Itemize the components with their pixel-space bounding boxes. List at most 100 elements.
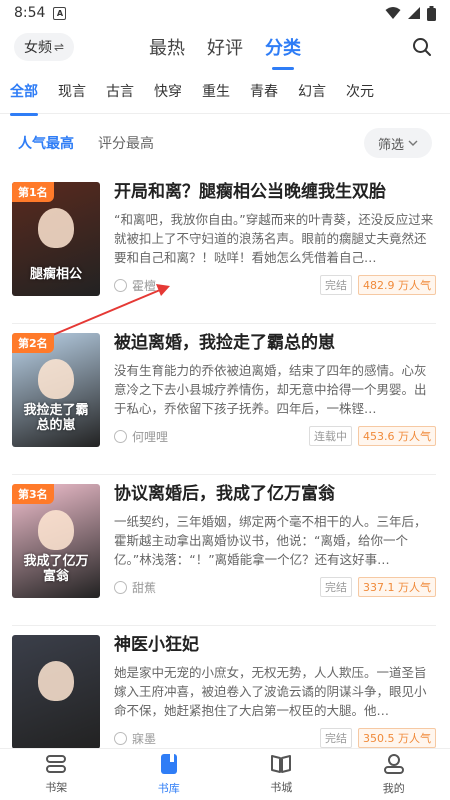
book-description: 她是家中无宠的小庶女，无权无势，人人欺压。一道圣旨嫁入王府冲喜，被迫卷入了波诡云… <box>114 665 427 718</box>
filter-button[interactable]: 筛选 <box>363 128 432 158</box>
rank-badge: 第1名 <box>12 182 54 202</box>
chevron-down-icon <box>408 140 418 146</box>
bookshelf-icon <box>45 754 67 777</box>
book-meta: 何哩哩 连载中 453.6 万人气 <box>114 426 436 446</box>
author-name: 霍檀 <box>132 278 157 293</box>
book-cover[interactable]: 第2名我捡走了霸总的崽 <box>12 333 100 447</box>
author-icon <box>114 731 127 745</box>
bottom-nav-label: 书城 <box>270 781 293 794</box>
author-name: 甜蕉 <box>132 580 157 595</box>
book-description: “和离吧，我放你自由。”穿越而来的叶青葵，还没反应过来就被扣上了不守妇道的浪荡名… <box>114 212 434 265</box>
main-tab-2[interactable]: 分类 <box>263 30 303 64</box>
cover-title: 腿瘸相公 <box>29 267 82 282</box>
status-badge: 完结 <box>320 728 352 748</box>
bottom-nav-item-2[interactable]: 书城 <box>225 749 338 800</box>
rank-badge: 第2名 <box>12 333 54 353</box>
book-meta: 霍檀 完结 482.9 万人气 <box>114 275 436 295</box>
book-author: 甜蕉 <box>114 579 156 596</box>
cover-illustration <box>38 661 74 701</box>
bottom-nav-item-3[interactable]: 我的 <box>338 749 450 800</box>
sort-row: 人气最高 评分最高 筛选 <box>0 114 450 172</box>
book-author: 寐墨 <box>114 730 156 747</box>
book-title[interactable]: 被迫离婚，我捡走了霸总的崽 <box>114 331 436 355</box>
cover-illustration <box>38 510 74 550</box>
bottom-nav-label: 书库 <box>157 782 180 795</box>
author-name: 寐墨 <box>132 731 157 746</box>
top-nav: 女频 ⇌ 最热 好评 分类 <box>0 26 450 68</box>
book-cover[interactable]: 第1名腿瘸相公 <box>12 182 100 296</box>
category-tab-1[interactable]: 现言 <box>48 81 96 101</box>
bookstore-icon <box>270 754 292 777</box>
sort-rating[interactable]: 评分最高 <box>98 133 154 153</box>
sort-popularity[interactable]: 人气最高 <box>18 133 74 153</box>
main-tab-1[interactable]: 好评 <box>205 30 245 64</box>
swap-icon: ⇌ <box>54 40 65 54</box>
cover-illustration <box>38 359 74 399</box>
bottom-nav-label: 我的 <box>382 782 405 795</box>
book-tags: 完结 350.5 万人气 <box>320 728 436 748</box>
book-title[interactable]: 开局和离？腿瘸相公当晚缠我生双胎 <box>114 180 436 204</box>
author-name: 何哩哩 <box>132 429 169 444</box>
category-tab-0[interactable]: 全部 <box>10 81 48 116</box>
book-title[interactable]: 协议离婚后，我成了亿万富翁 <box>114 482 436 506</box>
book-item[interactable]: 第2名 我捡走了霸总的崽 被迫离婚，我捡走了霸总的崽 没有生育能力的乔依被迫离婚，结束… <box>0 323 450 474</box>
battery-icon <box>427 5 436 21</box>
category-tabs: 全部 现言 古言 快穿 重生 青春 幻言 次元 <box>0 68 450 116</box>
book-author: 霍檀 <box>114 277 156 294</box>
category-tab-4[interactable]: 重生 <box>192 81 240 101</box>
book-tags: 完结 337.1 万人气 <box>320 577 436 597</box>
book-tags: 连载中 453.6 万人气 <box>309 426 436 446</box>
signal-icon <box>408 7 420 19</box>
bottom-nav: 书架 书库 书城 我的 <box>0 748 450 800</box>
book-cover[interactable] <box>12 635 100 748</box>
gender-label: 女频 <box>24 40 52 56</box>
gender-switch-button[interactable]: 女频 ⇌ <box>14 33 75 61</box>
book-info: 协议离婚后，我成了亿万富翁一纸契约，三年婚姻，绑定两个毫不相干的人。三年后，霍斯… <box>114 482 436 625</box>
category-tab-6[interactable]: 幻言 <box>288 81 336 101</box>
bottom-nav-item-0[interactable]: 书架 <box>0 749 113 800</box>
notification-icon: A <box>53 6 67 20</box>
category-tab-3[interactable]: 快穿 <box>144 81 192 101</box>
book-author: 何哩哩 <box>114 428 168 445</box>
author-icon <box>114 429 127 443</box>
book-item[interactable]: 第3名 我成了亿万富翁 协议离婚后，我成了亿万富翁 一纸契约，三年婚姻，绑定两个毫不相… <box>0 474 450 625</box>
status-badge: 连载中 <box>309 426 352 446</box>
profile-icon <box>383 753 405 778</box>
author-icon <box>114 278 127 292</box>
book-item[interactable]: 神医小狂妃她是家中无宠的小庶女，无权无势，人人欺压。一道圣旨嫁入王府冲喜，被迫卷… <box>0 625 450 748</box>
book-description: 没有生育能力的乔依被迫离婚，结束了四年的感情。心灰意冷之下去小县城疗养情伤，却无… <box>114 363 427 416</box>
category-tab-2[interactable]: 古言 <box>96 81 144 101</box>
bottom-nav-label: 书架 <box>45 781 68 794</box>
search-button[interactable] <box>408 33 436 61</box>
book-title[interactable]: 神医小狂妃 <box>114 633 436 657</box>
rank-badge: 第3名 <box>12 484 54 504</box>
book-description: 一纸契约，三年婚姻，绑定两个毫不相干的人。三年后，霍斯越主动拿出离婚协议书，他说… <box>114 514 427 567</box>
book-list: 第1名 腿瘸相公 开局和离？腿瘸相公当晚缠我生双胎 “和离吧，我放你自由。”穿越而来的… <box>0 172 450 748</box>
book-info: 神医小狂妃她是家中无宠的小庶女，无权无势，人人欺压。一道圣旨嫁入王府冲喜，被迫卷… <box>114 633 436 748</box>
status-badge: 完结 <box>320 577 352 597</box>
bottom-nav-item-1[interactable]: 书库 <box>113 749 226 800</box>
wifi-icon <box>385 7 401 19</box>
status-time: 8:54 <box>14 5 46 21</box>
main-tab-0[interactable]: 最热 <box>147 30 187 64</box>
book-item[interactable]: 第1名 腿瘸相公 开局和离？腿瘸相公当晚缠我生双胎 “和离吧，我放你自由。”穿越而来的… <box>0 172 450 323</box>
book-info: 开局和离？腿瘸相公当晚缠我生双胎 “和离吧，我放你自由。”穿越而来的叶青葵，还没反… <box>114 180 436 323</box>
status-badge: 完结 <box>320 275 352 295</box>
popularity-badge: 482.9 万人气 <box>358 275 436 295</box>
category-tab-7[interactable]: 次元 <box>336 81 384 101</box>
cover-title: 我捡走了霸总的崽 <box>23 403 89 433</box>
popularity-badge: 350.5 万人气 <box>358 728 436 748</box>
book-meta: 甜蕉 完结 337.1 万人气 <box>114 577 436 597</box>
status-bar: 8:54 A <box>0 0 450 26</box>
popularity-badge: 337.1 万人气 <box>358 577 436 597</box>
book-tags: 完结 482.9 万人气 <box>320 275 436 295</box>
cover-illustration <box>38 208 74 248</box>
book-info: 被迫离婚，我捡走了霸总的崽没有生育能力的乔依被迫离婚，结束了四年的感情。心灰意冷… <box>114 331 436 474</box>
cover-title: 我成了亿万富翁 <box>23 554 89 584</box>
library-icon <box>159 753 179 778</box>
book-cover[interactable]: 第3名我成了亿万富翁 <box>12 484 100 598</box>
author-icon <box>114 580 127 594</box>
category-tab-5[interactable]: 青春 <box>240 81 288 101</box>
search-icon <box>413 38 431 56</box>
popularity-badge: 453.6 万人气 <box>358 426 436 446</box>
